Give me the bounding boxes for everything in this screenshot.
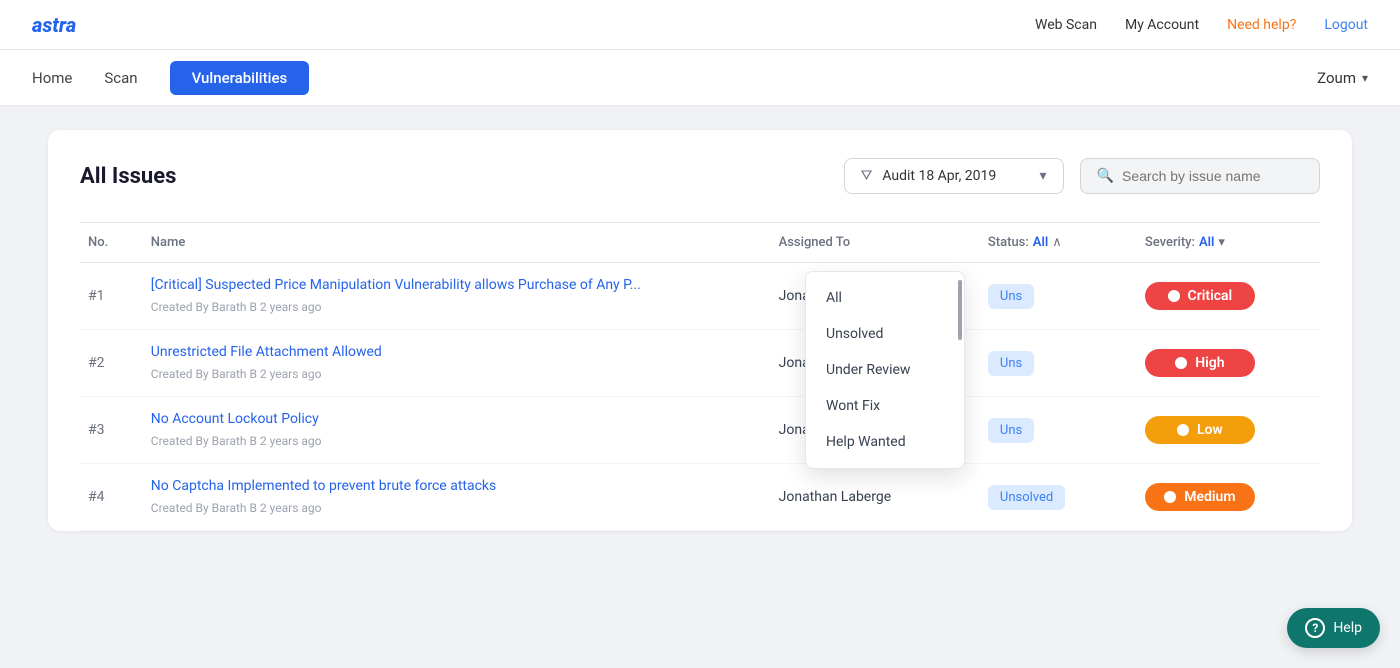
cell-no: #2 [80,330,143,397]
cell-no: #3 [80,397,143,464]
issue-link[interactable]: Unrestricted File Attachment Allowed [151,344,763,360]
table-row: #3 No Account Lockout Policy Created By … [80,397,1320,464]
cell-name: No Captcha Implemented to prevent brute … [143,464,771,531]
cell-status: Uns [980,330,1137,397]
severity-badge: Critical [1145,282,1255,310]
cell-severity: High [1137,330,1320,397]
status-dropdown-scroll-area: All Unsolved Under Review Wont Fix Help … [806,280,964,460]
cell-status: Unsolved [980,464,1137,531]
severity-badge: Medium [1145,483,1255,511]
col-header-no: No. [80,223,143,263]
issues-table: No. Name Assigned To Status: All ∧ Sever… [80,222,1320,531]
funnel-icon: ⛛ [861,168,873,184]
table-header-row: No. Name Assigned To Status: All ∧ Sever… [80,223,1320,263]
search-input[interactable] [1122,168,1303,184]
help-icon-label: ? [1312,621,1318,635]
cell-assigned: Jonathan Laberge [771,464,980,531]
status-option-under-review[interactable]: Under Review [806,352,964,388]
logout-link[interactable]: Logout [1324,17,1368,33]
status-sort-icon: ∧ [1052,235,1062,250]
status-label: Status: [988,235,1029,250]
severity-label: Severity: [1145,235,1195,250]
search-box: 🔍 [1080,158,1320,194]
secondary-nav: Home Scan Vulnerabilities Zoum ▾ [0,50,1400,106]
cell-name: Unrestricted File Attachment Allowed Cre… [143,330,771,397]
project-name: Zoum [1317,69,1356,87]
severity-sort-icon: ▾ [1218,235,1225,250]
cell-status: Uns [980,397,1137,464]
severity-dot-icon [1168,290,1180,302]
audit-label: Audit 18 Apr, 2019 [882,168,996,184]
nav-scan[interactable]: Scan [104,65,137,91]
severity-dot-icon [1177,424,1189,436]
issue-link[interactable]: No Account Lockout Policy [151,411,763,427]
web-scan-link[interactable]: Web Scan [1035,17,1097,33]
help-button[interactable]: ? Help [1287,608,1380,648]
secondary-nav-left: Home Scan Vulnerabilities [32,61,309,95]
status-option-wont-fix[interactable]: Wont Fix [806,388,964,424]
help-icon: ? [1305,618,1325,638]
need-help-link[interactable]: Need help? [1227,17,1296,33]
status-filter-value[interactable]: All [1033,235,1048,250]
audit-dropdown-arrow-icon: ▾ [1040,168,1047,184]
search-icon: 🔍 [1097,168,1114,184]
project-selector[interactable]: Zoum ▾ [1317,69,1368,87]
table-row: #2 Unrestricted File Attachment Allowed … [80,330,1320,397]
table-row: #1 [Critical] Suspected Price Manipulati… [80,263,1320,330]
status-option-help-wanted[interactable]: Help Wanted [806,424,964,460]
table-row: #4 No Captcha Implemented to prevent bru… [80,464,1320,531]
cell-severity: Critical [1137,263,1320,330]
status-badge[interactable]: Uns [988,418,1034,443]
cell-no: #4 [80,464,143,531]
issue-meta: Created By Barath B 2 years ago [151,434,322,448]
cell-severity: Medium [1137,464,1320,531]
cell-name: [Critical] Suspected Price Manipulation … [143,263,771,330]
top-nav: astra Web Scan My Account Need help? Log… [0,0,1400,50]
issues-title: All Issues [80,164,176,189]
dropdown-scrollbar[interactable] [958,280,962,340]
project-chevron-icon: ▾ [1362,71,1368,85]
col-header-severity[interactable]: Severity: All ▾ [1137,223,1320,263]
issue-link[interactable]: [Critical] Suspected Price Manipulation … [151,277,763,293]
severity-badge: Low [1145,416,1255,444]
cell-severity: Low [1137,397,1320,464]
help-label: Help [1333,620,1362,636]
issue-meta: Created By Barath B 2 years ago [151,300,322,314]
col-header-assigned: Assigned To [771,223,980,263]
severity-dot-icon [1164,491,1176,503]
cell-status: Uns [980,263,1137,330]
severity-dot-icon [1175,357,1187,369]
severity-filter-value[interactable]: All [1199,235,1214,250]
col-header-status[interactable]: Status: All ∧ [980,223,1137,263]
status-option-unsolved[interactable]: Unsolved [806,316,964,352]
nav-vulnerabilities[interactable]: Vulnerabilities [170,61,310,95]
col-header-name: Name [143,223,771,263]
my-account-link[interactable]: My Account [1125,17,1199,33]
severity-badge: High [1145,349,1255,377]
issues-card: All Issues ⛛ Audit 18 Apr, 2019 ▾ 🔍 No. … [48,130,1352,531]
main-content: All Issues ⛛ Audit 18 Apr, 2019 ▾ 🔍 No. … [0,106,1400,555]
nav-home[interactable]: Home [32,65,72,91]
issue-meta: Created By Barath B 2 years ago [151,367,322,381]
logo: astra [32,13,76,37]
audit-dropdown[interactable]: ⛛ Audit 18 Apr, 2019 ▾ [844,158,1064,194]
status-badge[interactable]: Unsolved [988,485,1065,510]
top-nav-links: Web Scan My Account Need help? Logout [1035,17,1368,33]
status-badge[interactable]: Uns [988,351,1034,376]
status-badge[interactable]: Uns [988,284,1034,309]
cell-no: #1 [80,263,143,330]
cell-name: No Account Lockout Policy Created By Bar… [143,397,771,464]
issue-link[interactable]: No Captcha Implemented to prevent brute … [151,478,763,494]
issue-meta: Created By Barath B 2 years ago [151,501,322,515]
status-dropdown-menu: All Unsolved Under Review Wont Fix Help … [805,271,965,469]
issues-header: All Issues ⛛ Audit 18 Apr, 2019 ▾ 🔍 [80,158,1320,194]
status-option-all[interactable]: All [806,280,964,316]
issues-controls: ⛛ Audit 18 Apr, 2019 ▾ 🔍 [844,158,1320,194]
